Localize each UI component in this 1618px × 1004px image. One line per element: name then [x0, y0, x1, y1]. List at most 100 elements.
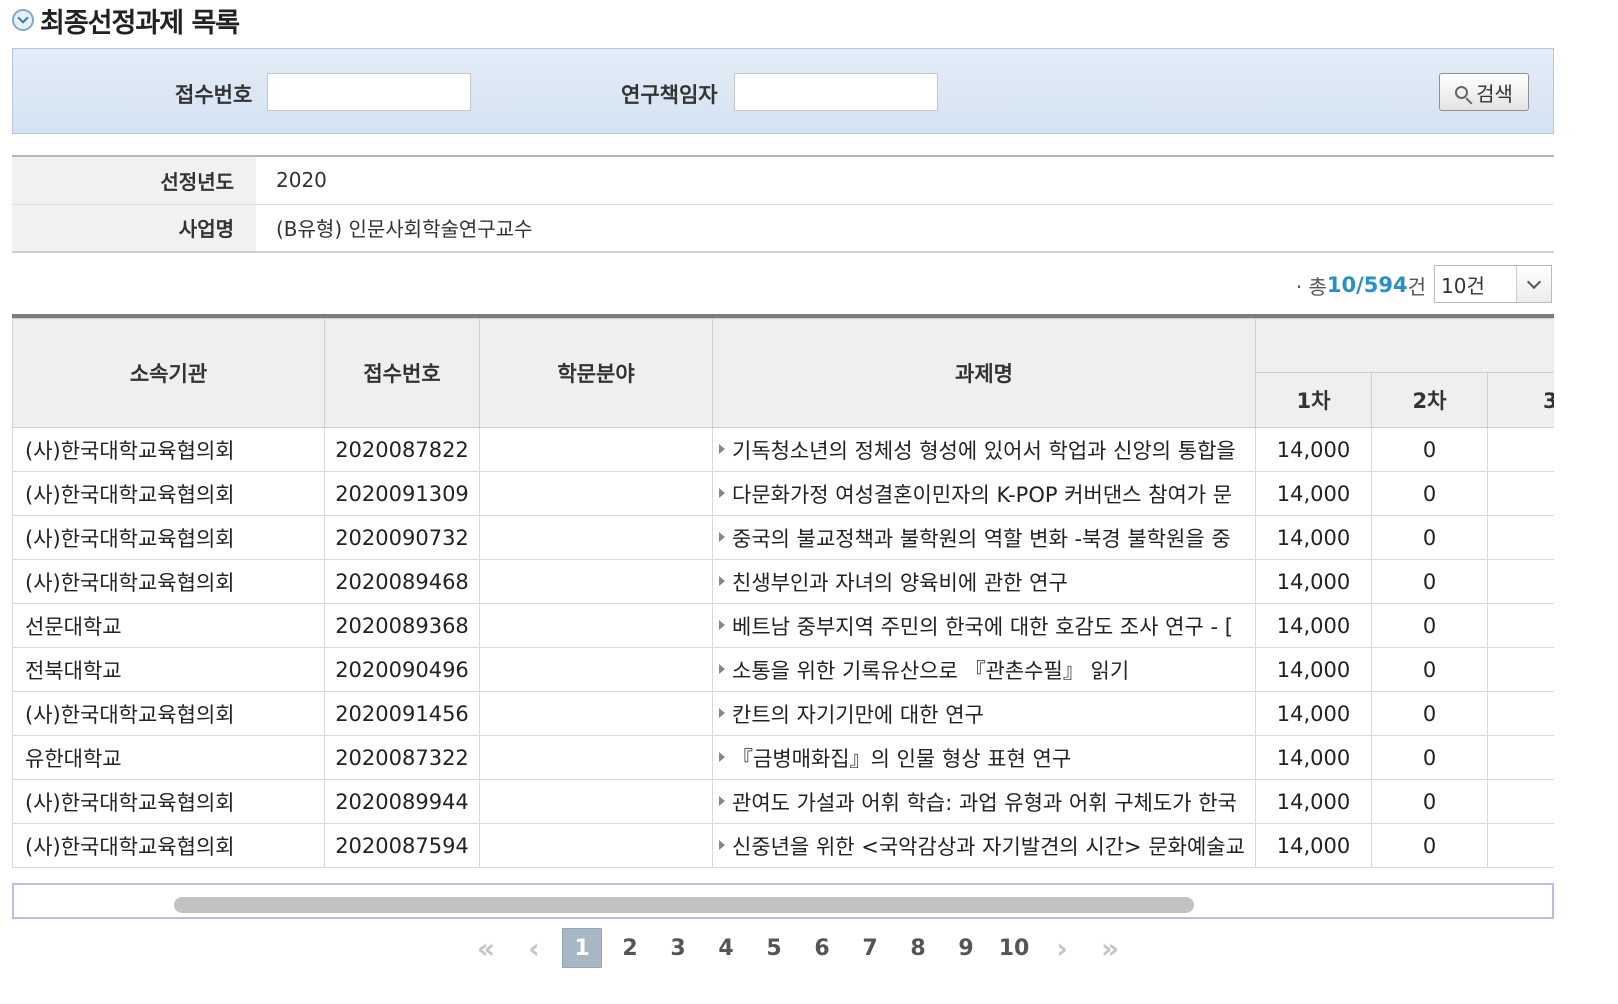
column-header-title: 과제명	[712, 318, 1256, 428]
chevron-down-icon[interactable]	[1516, 266, 1551, 302]
cell-title[interactable]: 기독청소년의 정체성 형성에 있어서 학업과 신앙의 통합을	[712, 427, 1256, 472]
table-row[interactable]: (사)한국대학교육협의회 2020090732 중국의 불교정책과 불학원의 역할 …	[12, 515, 1554, 560]
table-row[interactable]: (사)한국대학교육협의회 2020089944 관여도 가설과 어휘 학습: 과업 …	[12, 779, 1554, 824]
page-9-button[interactable]: 9	[946, 928, 986, 968]
title-link[interactable]: 다문화가정 여성결혼이민자의 K-POP 커버댄스 참여가 문	[732, 483, 1232, 507]
page-3-button[interactable]: 3	[658, 928, 698, 968]
title-link[interactable]: 신중년을 위한 <국악감상과 자기발견의 시간> 문화예술교	[732, 835, 1245, 859]
table-row[interactable]: (사)한국대학교육협의회 2020087594 신중년을 위한 <국악감상과 자기발…	[12, 823, 1554, 868]
table-row[interactable]: (사)한국대학교육협의회 2020089468 친생부인과 자녀의 양육비에 관한 …	[12, 559, 1554, 604]
page-5-button[interactable]: 5	[754, 928, 794, 968]
column-header-org: 소속기관	[12, 318, 325, 428]
cell-field	[479, 779, 713, 824]
cell-title[interactable]: 소통을 위한 기록유산으로 『관촌수필』 읽기	[712, 647, 1256, 692]
receipt-number-label: 접수번호	[175, 83, 253, 107]
bullet-arrow-icon	[719, 619, 725, 630]
column-header-field: 학문분야	[479, 318, 713, 428]
page-8-button[interactable]: 8	[898, 928, 938, 968]
cell-round2: 0	[1371, 603, 1488, 648]
search-icon	[1455, 85, 1469, 99]
prev-page-button[interactable]: ‹	[514, 928, 554, 968]
cell-title[interactable]: 관여도 가설과 어휘 학습: 과업 유형과 어휘 구체도가 한국	[712, 779, 1256, 824]
search-panel: 접수번호 연구책임자 검색	[12, 48, 1554, 134]
cell-title[interactable]: 친생부인과 자녀의 양육비에 관한 연구	[712, 559, 1256, 604]
receipt-number-input[interactable]	[267, 73, 471, 111]
program-name-label: 사업명	[12, 204, 256, 253]
table-row[interactable]: (사)한국대학교육협의회 2020091456 칸트의 자기기만에 대한 연구 14,…	[12, 691, 1554, 736]
last-page-button[interactable]: »	[1090, 928, 1130, 968]
horizontal-scrollbar[interactable]	[12, 883, 1554, 919]
column-header-round3: 3차	[1486, 372, 1554, 428]
page-title: 최종선정과제 목록	[40, 7, 240, 39]
chevron-down-icon	[12, 9, 34, 31]
cell-round1: 14,000	[1255, 691, 1372, 736]
cell-field	[479, 515, 713, 560]
result-table-container[interactable]: 소속기관 접수번호 학문분야 과제명 지원 1차 2차 3차 (사)한국대학교육…	[12, 314, 1554, 878]
cell-title[interactable]: 다문화가정 여성결혼이민자의 K-POP 커버댄스 참여가 문	[712, 471, 1256, 516]
principal-investigator-input[interactable]	[734, 73, 938, 111]
cell-title[interactable]: 베트남 중부지역 주민의 한국에 대한 호감도 조사 연구 - [	[712, 603, 1256, 648]
cell-round1: 14,000	[1255, 603, 1372, 648]
selection-year-value: 2020	[256, 156, 1554, 205]
title-link[interactable]: 베트남 중부지역 주민의 한국에 대한 호감도 조사 연구 - [	[732, 615, 1233, 639]
page-2-button[interactable]: 2	[610, 928, 650, 968]
cell-round3: 0	[1486, 691, 1554, 736]
cell-round1: 14,000	[1255, 559, 1372, 604]
cell-title[interactable]: 신중년을 위한 <국악감상과 자기발견의 시간> 문화예술교	[712, 823, 1256, 868]
cell-title[interactable]: 『금병매화집』의 인물 형상 표현 연구	[712, 735, 1256, 780]
title-link[interactable]: 소통을 위한 기록유산으로 『관촌수필』 읽기	[732, 659, 1129, 683]
cell-org: (사)한국대학교육협의회	[12, 779, 325, 824]
title-link[interactable]: 『금병매화집』의 인물 형상 표현 연구	[732, 747, 1071, 771]
cell-round2: 0	[1371, 559, 1488, 604]
scrollbar-thumb[interactable]	[174, 897, 1194, 913]
column-header-round1: 1차	[1255, 372, 1372, 428]
page-size-select[interactable]: 10건	[1434, 265, 1552, 303]
cell-round3: 0	[1486, 427, 1554, 472]
cell-receipt-number: 2020089944	[324, 779, 480, 824]
cell-receipt-number: 2020087594	[324, 823, 480, 868]
page-1-button[interactable]: 1	[562, 928, 602, 968]
title-link[interactable]: 칸트의 자기기만에 대한 연구	[732, 703, 984, 727]
cell-field	[479, 647, 713, 692]
table-row[interactable]: (사)한국대학교육협의회 2020087822 기독청소년의 정체성 형성에 있어서…	[12, 427, 1554, 472]
table-row[interactable]: 전북대학교 2020090496 소통을 위한 기록유산으로 『관촌수필』 읽기 14…	[12, 647, 1554, 692]
cell-receipt-number: 2020090496	[324, 647, 480, 692]
title-link[interactable]: 중국의 불교정책과 불학원의 역할 변화 -북경 불학원을 중	[732, 527, 1231, 551]
bullet-arrow-icon	[719, 795, 725, 806]
cell-receipt-number: 2020087822	[324, 427, 480, 472]
cell-org: 유한대학교	[12, 735, 325, 780]
cell-receipt-number: 2020087322	[324, 735, 480, 780]
cell-org: (사)한국대학교육협의회	[12, 515, 325, 560]
cell-round3: 0	[1486, 515, 1554, 560]
title-link[interactable]: 기독청소년의 정체성 형성에 있어서 학업과 신앙의 통합을	[732, 439, 1236, 463]
page-10-button[interactable]: 10	[994, 928, 1034, 968]
page-7-button[interactable]: 7	[850, 928, 890, 968]
search-button[interactable]: 검색	[1439, 73, 1529, 111]
cell-field	[479, 735, 713, 780]
cell-org: (사)한국대학교육협의회	[12, 471, 325, 516]
cell-org: 전북대학교	[12, 647, 325, 692]
title-link[interactable]: 친생부인과 자녀의 양육비에 관한 연구	[732, 571, 1068, 595]
column-header-support: 지원	[1254, 318, 1554, 373]
cell-title[interactable]: 칸트의 자기기만에 대한 연구	[712, 691, 1256, 736]
cell-field	[479, 427, 713, 472]
selection-year-label: 선정년도	[12, 156, 256, 205]
cell-title[interactable]: 중국의 불교정책과 불학원의 역할 변화 -북경 불학원을 중	[712, 515, 1256, 560]
cell-round3: 0	[1486, 823, 1554, 868]
cell-round3: 0	[1486, 603, 1554, 648]
page-6-button[interactable]: 6	[802, 928, 842, 968]
bullet-arrow-icon	[719, 839, 725, 850]
table-row[interactable]: 선문대학교 2020089368 베트남 중부지역 주민의 한국에 대한 호감도 조…	[12, 603, 1554, 648]
table-row[interactable]: (사)한국대학교육협의회 2020091309 다문화가정 여성결혼이민자의 K-P…	[12, 471, 1554, 516]
page-4-button[interactable]: 4	[706, 928, 746, 968]
first-page-button[interactable]: «	[466, 928, 506, 968]
table-row[interactable]: 유한대학교 2020087322 『금병매화집』의 인물 형상 표현 연구 14,00…	[12, 735, 1554, 780]
next-page-button[interactable]: ›	[1042, 928, 1082, 968]
pagination: « ‹ 1 2 3 4 5 6 7 8 9 10 › »	[466, 928, 1138, 968]
cell-receipt-number: 2020091309	[324, 471, 480, 516]
title-link[interactable]: 관여도 가설과 어휘 학습: 과업 유형과 어휘 구체도가 한국	[732, 791, 1237, 815]
cell-round3: 0	[1486, 735, 1554, 780]
cell-field	[479, 691, 713, 736]
page-size-value: 10건	[1441, 273, 1485, 298]
program-name-value: (B유형) 인문사회학술연구교수	[256, 204, 1554, 253]
